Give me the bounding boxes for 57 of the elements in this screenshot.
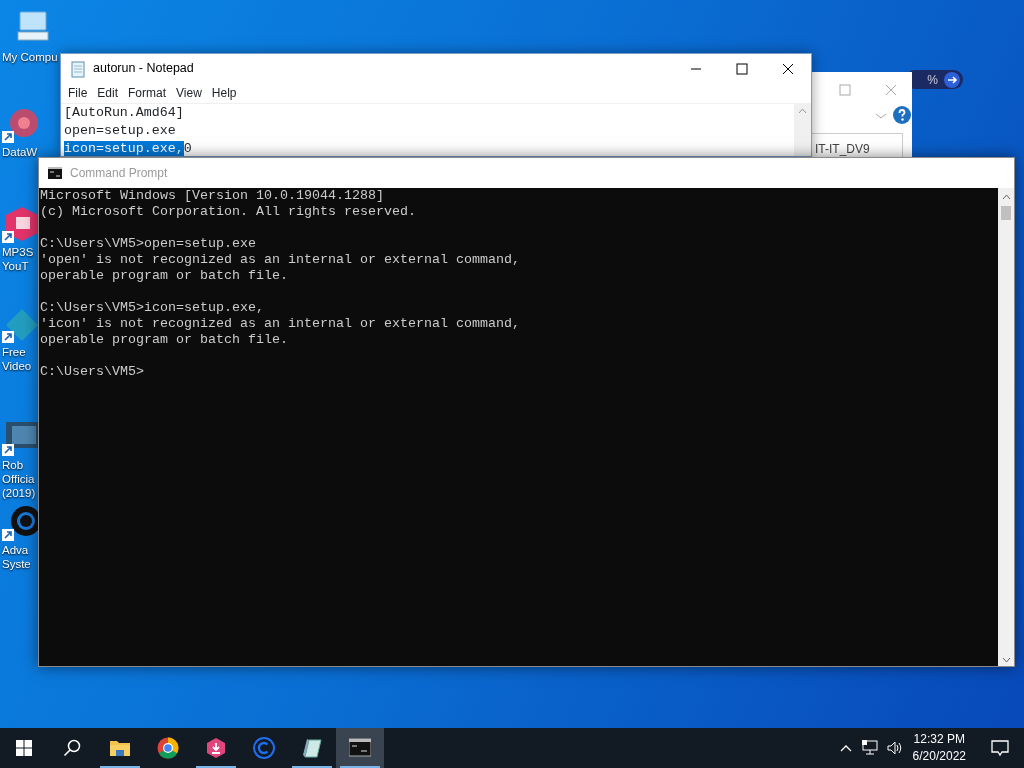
- icon-label: Adva: [1, 543, 29, 557]
- icon-label: Syste: [1, 557, 31, 571]
- chevron-up-icon[interactable]: [839, 744, 852, 752]
- message-icon: [991, 739, 1009, 757]
- console-line: C:\Users\VM5>open=setup.exe: [40, 236, 257, 252]
- icon-label: Officia: [1, 472, 35, 486]
- window-title: Command Prompt: [70, 165, 168, 182]
- taskbar-button[interactable]: [336, 728, 384, 768]
- c-logo-icon: [253, 737, 275, 759]
- selected-text: icon=setup.exe,: [64, 141, 184, 156]
- network-icon[interactable]: [861, 740, 880, 756]
- icon-label: (2019): [1, 486, 36, 500]
- editor-text: open=setup.exe: [64, 123, 176, 138]
- time-text: 12:32 PM: [912, 731, 966, 748]
- close-icon: [782, 62, 794, 75]
- notepad-icon: [69, 59, 87, 78]
- console-line: (c) Microsoft Corporation. All rights reserved.: [40, 204, 417, 220]
- windows-icon: [16, 740, 32, 756]
- console-line: 'open' is not recognized as an internal or external command,: [40, 252, 521, 268]
- icon-label: MP3S: [1, 245, 34, 259]
- menu-item[interactable]: Help: [206, 84, 242, 102]
- console-line: 'icon' is not recognized as an internal or external command,: [40, 316, 521, 332]
- console-line: Microsoft Windows [Version 10.0.19044.1288]: [40, 188, 385, 204]
- console-line: C:\Users\VM5>icon=setup.exe,: [40, 300, 265, 316]
- console-line: operable program or batch file.: [40, 268, 289, 284]
- clock[interactable]: 12:32 PM 6/20/2022: [902, 731, 976, 765]
- terminal-icon: [48, 167, 62, 179]
- scrollbar[interactable]: [998, 188, 1014, 666]
- menu-item[interactable]: View: [171, 84, 207, 102]
- window-title: autorun - Notepad: [93, 60, 195, 78]
- icon-label: Rob: [1, 458, 24, 472]
- icon-label: My Compu: [1, 50, 58, 64]
- help-icon[interactable]: [893, 106, 911, 124]
- percent-text: %: [927, 71, 938, 89]
- menu-item[interactable]: Format: [123, 84, 172, 102]
- icon-label: DataW: [1, 145, 38, 159]
- editor-text: 0: [183, 141, 192, 156]
- menu-item[interactable]: File: [63, 84, 93, 102]
- scroll-down-icon[interactable]: [1002, 657, 1011, 663]
- notepad-icon: [301, 737, 323, 759]
- scroll-thumb[interactable]: [1001, 206, 1011, 220]
- scroll-up-icon[interactable]: [1002, 194, 1011, 200]
- browser-icon: [157, 737, 179, 759]
- search-icon: [63, 739, 81, 757]
- scrollbar[interactable]: [794, 104, 811, 156]
- icon-label: Free: [1, 345, 26, 359]
- volume-icon[interactable]: [886, 740, 903, 756]
- console-line: operable program or batch file.: [40, 332, 289, 348]
- editor-text: [AutoRun.Amd64]: [64, 105, 184, 120]
- download-icon: [205, 737, 227, 759]
- console-line: C:\Users\VM5>: [40, 364, 145, 380]
- icon-label: Video: [1, 359, 32, 373]
- terminal-icon: [349, 737, 371, 759]
- icon-label: YouT: [1, 259, 29, 273]
- menu-item[interactable]: Edit: [92, 84, 124, 102]
- date-text: 6/20/2022: [912, 748, 966, 765]
- maximize-icon: [736, 62, 748, 75]
